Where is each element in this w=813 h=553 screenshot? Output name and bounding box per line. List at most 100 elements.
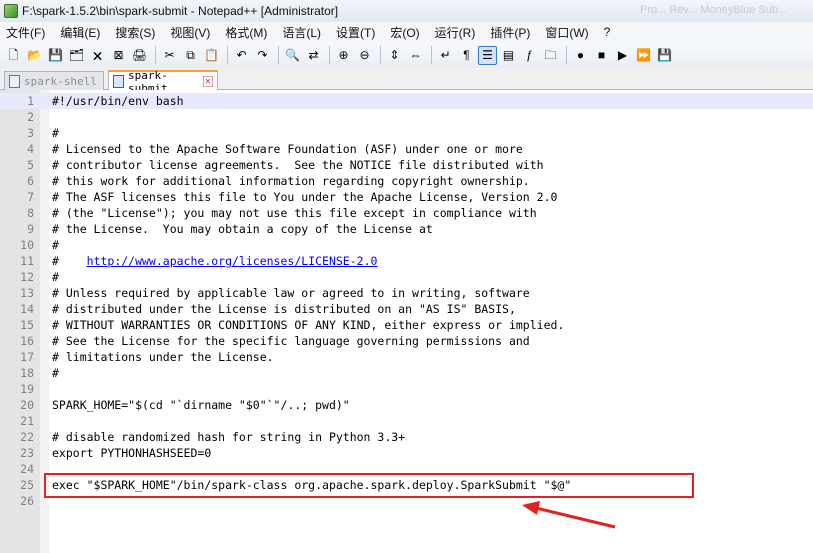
code-line[interactable]: 8 # (the "License"); you may not use this… (0, 205, 813, 221)
new-file-icon[interactable]: 🗋 (4, 46, 23, 65)
close-icon[interactable]: 🗙 (88, 46, 107, 65)
line-number: 19 (20, 382, 34, 396)
toolbar-separator (155, 46, 156, 64)
line-number: 25 (20, 478, 34, 492)
menu-item[interactable]: 设置(T) (336, 24, 375, 41)
line-number: 11 (20, 254, 34, 268)
annotation-highlight-box (44, 473, 694, 498)
code-line[interactable]: 19 (0, 381, 813, 397)
line-number: 20 (20, 398, 34, 412)
menu-bar: 文件(F) 编辑(E) 搜索(S) 视图(V) 格式(M) 语言(L) 设置(T) 宏(O) 运… (0, 22, 813, 42)
line-number: 3 (27, 126, 34, 140)
menu-item[interactable]: 宏(O) (390, 24, 419, 41)
save-macro-icon[interactable]: 💾 (655, 46, 674, 65)
notepadpp-app-icon[interactable] (4, 4, 18, 18)
menu-item[interactable]: 文件(F) (6, 24, 45, 41)
code-line[interactable]: 21 (0, 413, 813, 429)
menu-item[interactable]: 搜索(S) (115, 24, 155, 41)
play-multiple-icon[interactable]: ⏩ (634, 46, 653, 65)
close-tab-icon[interactable]: ✕ (202, 76, 213, 87)
zoom-in-icon[interactable]: ⊕ (334, 46, 353, 65)
code-line[interactable]: 9 # the License. You may obtain a copy of… (0, 221, 813, 237)
code-line[interactable]: 12 # (0, 269, 813, 285)
sync-horizontal-icon[interactable]: ⇔ (406, 46, 425, 65)
code-line[interactable]: 4 # Licensed to the Apache Software Found… (0, 141, 813, 157)
menu-item[interactable]: 编辑(E) (60, 24, 100, 41)
toolbar: 🗋 📂 💾 🗂 🗙 ⊠ 🖨 ✂ ⧉ 📋 ↶ ↷ 🔍 ⇄ ⊕ ⊖ ⇕ ⇔ ↵ ¶ ☰ ▤ ƒ 🗀 ● ■ ▶ ⏩ 💾 (0, 42, 813, 68)
code-text: # (52, 366, 59, 380)
tab-bar: spark-shell spark-submit ✕ (0, 68, 813, 95)
cut-icon[interactable]: ✂ (160, 46, 179, 65)
code-text: #!/usr/bin/env bash (52, 94, 184, 108)
undo-icon[interactable]: ↶ (232, 46, 251, 65)
word-wrap-icon[interactable]: ↵ (436, 46, 455, 65)
stop-record-icon[interactable]: ■ (592, 46, 611, 65)
background-window-ghost-text: Pro... Rev... MoneyBlue Sub... (640, 4, 788, 16)
tab-spark-submit[interactable]: spark-submit ✕ (108, 69, 218, 95)
code-line[interactable]: 23 export PYTHONHASHSEED=0 (0, 445, 813, 461)
menu-item[interactable]: 运行(R) (435, 24, 476, 41)
indent-guide-icon[interactable]: ☰ (478, 45, 497, 65)
code-text: # (52, 270, 59, 284)
line-number: 7 (27, 190, 34, 204)
redo-icon[interactable]: ↷ (253, 46, 272, 65)
code-line[interactable]: 17 # limitations under the License. (0, 349, 813, 365)
code-line[interactable]: 16 # See the License for the specific lan… (0, 333, 813, 349)
code-line[interactable]: 2 (0, 109, 813, 125)
code-line[interactable]: 10 # (0, 237, 813, 253)
print-icon[interactable]: 🖨 (130, 46, 149, 65)
line-number: 24 (20, 462, 34, 476)
save-icon[interactable]: 💾 (46, 46, 65, 65)
save-all-icon[interactable]: 🗂 (67, 46, 86, 65)
menu-item[interactable]: 语言(L) (282, 24, 321, 41)
function-list-icon[interactable]: ƒ (520, 46, 539, 65)
record-macro-icon[interactable]: ● (571, 46, 590, 65)
code-line[interactable]: 18 # (0, 365, 813, 381)
code-line[interactable]: 13 # Unless required by applicable law or… (0, 285, 813, 301)
code-text: # the License. You may obtain a copy of … (52, 222, 433, 236)
replace-icon[interactable]: ⇄ (304, 46, 323, 65)
find-icon[interactable]: 🔍 (283, 46, 302, 65)
menu-item[interactable]: 格式(M) (225, 24, 267, 41)
toolbar-separator (566, 46, 567, 64)
line-number: 15 (20, 318, 34, 332)
code-line[interactable]: 14 # distributed under the License is dis… (0, 301, 813, 317)
copy-icon[interactable]: ⧉ (181, 46, 200, 65)
show-all-chars-icon[interactable]: ¶ (457, 46, 476, 65)
zoom-out-icon[interactable]: ⊖ (355, 46, 374, 65)
line-number: 4 (27, 142, 34, 156)
code-line[interactable]: 22 # disable randomized hash for string i… (0, 429, 813, 445)
line-number: 14 (20, 302, 34, 316)
license-link[interactable]: http://www.apache.org/licenses/LICENSE-2… (87, 254, 378, 268)
menu-item[interactable]: 窗口(W) (545, 24, 588, 41)
toolbar-separator (227, 46, 228, 64)
line-number: 16 (20, 334, 34, 348)
open-file-icon[interactable]: 📂 (25, 46, 44, 65)
code-line[interactable]: 6 # this work for additional information … (0, 173, 813, 189)
menu-item[interactable]: 视图(V) (170, 24, 210, 41)
tab-label: spark-shell (24, 74, 97, 88)
line-number: 17 (20, 350, 34, 364)
tab-spark-shell[interactable]: spark-shell (4, 71, 104, 90)
close-all-icon[interactable]: ⊠ (109, 46, 128, 65)
doc-map-icon[interactable]: ▤ (499, 46, 518, 65)
code-line[interactable]: 20 SPARK_HOME="$(cd "`dirname "$0"`"/..; … (0, 397, 813, 413)
code-line[interactable]: 3 # (0, 125, 813, 141)
toolbar-separator (329, 46, 330, 64)
code-line[interactable]: 7 # The ASF licenses this file to You und… (0, 189, 813, 205)
sync-vertical-icon[interactable]: ⇕ (385, 46, 404, 65)
code-line[interactable]: 5 # contributor license agreements. See t… (0, 157, 813, 173)
code-line[interactable]: 15 # WITHOUT WARRANTIES OR CONDITIONS OF … (0, 317, 813, 333)
play-macro-icon[interactable]: ▶ (613, 46, 632, 65)
menu-item[interactable]: ? (604, 25, 611, 39)
code-line[interactable]: 1 #!/usr/bin/env bash (0, 93, 813, 109)
code-line[interactable]: 11 # http://www.apache.org/licenses/LICEN… (0, 253, 813, 269)
line-number: 13 (20, 286, 34, 300)
folder-workspace-icon[interactable]: 🗀 (541, 46, 560, 65)
menu-item[interactable]: 插件(P) (490, 24, 530, 41)
code-text: # Licensed to the Apache Software Founda… (52, 142, 523, 156)
code-text: # Unless required by applicable law or a… (52, 286, 530, 300)
document-icon (9, 74, 20, 88)
line-number: 6 (27, 174, 34, 188)
paste-icon[interactable]: 📋 (202, 46, 221, 65)
